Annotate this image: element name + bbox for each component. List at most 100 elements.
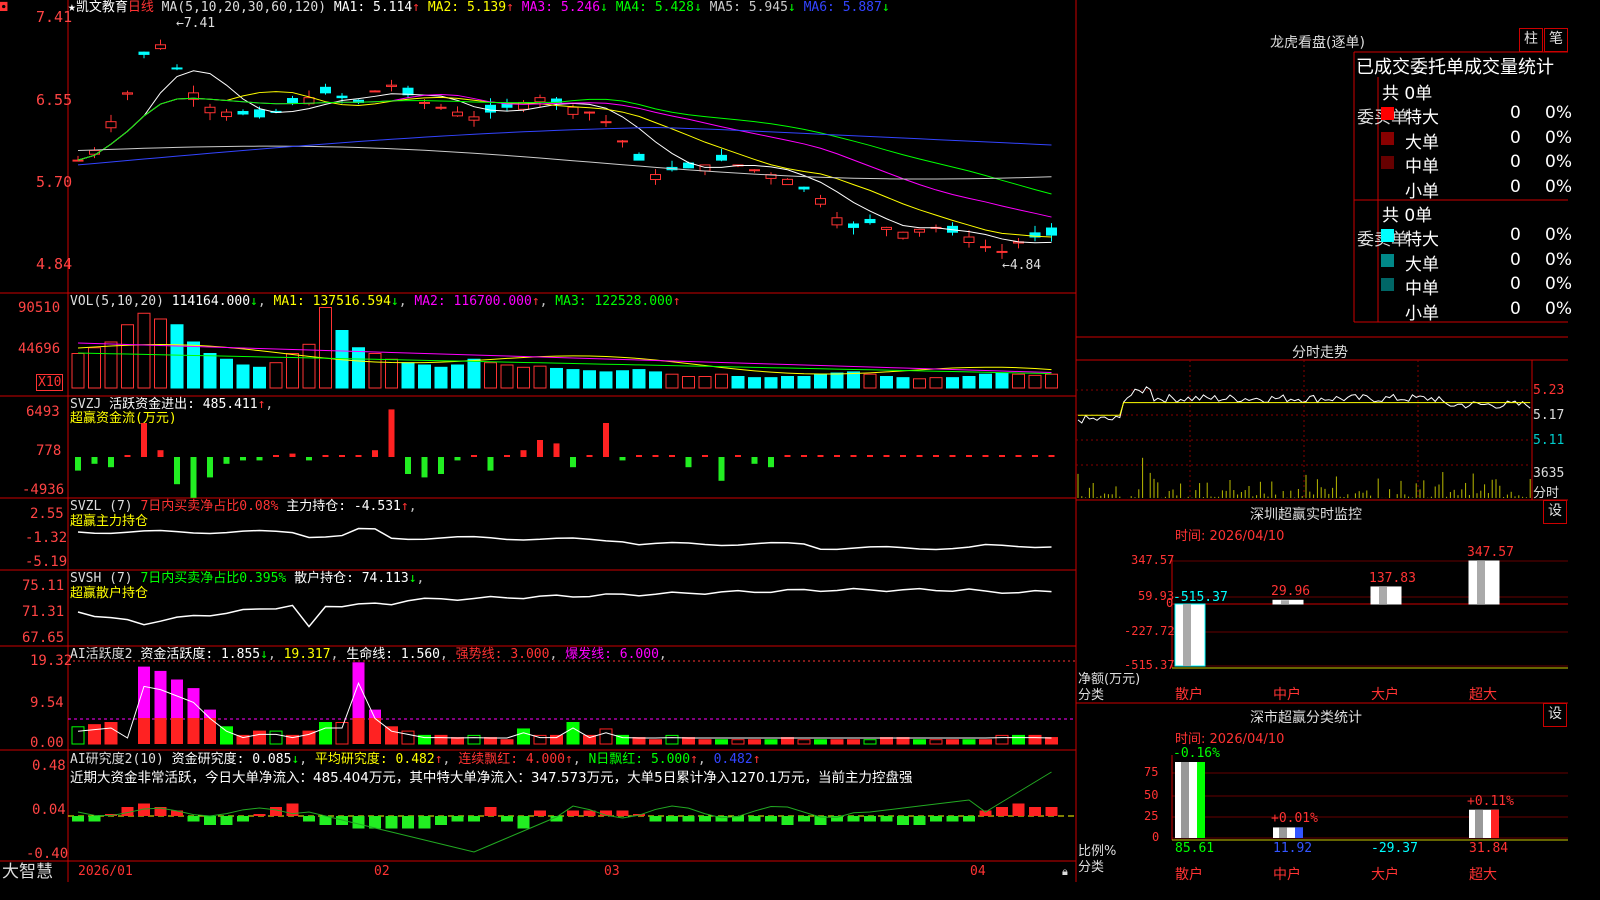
svzj-bar [718, 457, 725, 481]
buy-swatch-1 [1381, 131, 1394, 145]
ai-active-t3: 生命线: 1.560 [346, 647, 441, 662]
ai-research-bar [913, 816, 926, 825]
period-label[interactable]: 日线 [128, 0, 154, 15]
volume-bar [830, 372, 844, 389]
volume-bar [517, 366, 530, 389]
ai-research-bar [979, 810, 992, 816]
svzj-bar [306, 457, 312, 461]
ai-research-bar [765, 816, 777, 822]
ai-active-bar [187, 718, 200, 744]
svzj-bar [702, 455, 708, 457]
candle-body [171, 67, 183, 70]
svzj-bar [999, 455, 1005, 457]
volume-bar [599, 371, 613, 389]
stock-title[interactable]: ★凯文教育 [68, 0, 128, 15]
candle-body [204, 106, 216, 114]
svsh-sub: 超赢散户持仓 [70, 586, 149, 601]
szc-value-1: 11.92 [1273, 841, 1313, 856]
volume-ma3: MA3: 122528.000 [555, 294, 673, 309]
svzj-bar [256, 457, 263, 461]
svzj-bar [91, 457, 98, 464]
ai-research-bar [204, 816, 216, 825]
svzj-label: 活跃资金进出: 485.411 [109, 397, 258, 412]
ai-research-bar [996, 807, 1008, 816]
ma-item-6: MA6: 5.887 [803, 0, 882, 15]
candle-body [848, 223, 859, 228]
ai-active-bar [335, 722, 349, 745]
svzj-arrow: ↑ [257, 397, 266, 412]
svzj-bar [504, 455, 510, 457]
ai-active-bar-top [154, 670, 167, 718]
buy-row-count: 0 [1510, 176, 1521, 197]
ai-research-bar [748, 816, 761, 822]
volume-bar [698, 376, 712, 389]
sz-class-title: 深市超赢分类统计 [1250, 710, 1362, 726]
ai-active-bar-top [369, 709, 381, 718]
dragon-tabs[interactable]: 已成交委托单成交量统计 [1356, 53, 1554, 79]
lock-icon[interactable]: 🔒︎ [1062, 864, 1068, 879]
high-price-label: ←7.41 [176, 16, 216, 31]
szm-bar-label-3: 347.57 [1467, 545, 1514, 560]
ai-active-bar [467, 734, 481, 745]
ai-active-bar [269, 730, 283, 745]
volume-bar [550, 367, 563, 389]
ai-research-bar [847, 816, 860, 822]
svsh-arrow: ↓ [408, 571, 417, 586]
ai-research-bar [253, 814, 266, 816]
svzj-bar [751, 457, 758, 464]
ai-research-bar [798, 816, 810, 822]
candle-body [254, 109, 265, 118]
svzj-bar [685, 457, 692, 468]
svzj-bar [471, 455, 477, 457]
buy-orders-label: 委买单 [1357, 108, 1408, 128]
sz-monitor-settings-button[interactable]: 设 [1543, 500, 1567, 524]
buy-row-pct: 0% [1545, 127, 1572, 148]
svzj-bar [405, 457, 411, 474]
ai-active-bar [830, 739, 844, 745]
candle-body [831, 217, 843, 226]
menu-icon[interactable]: ◘ [0, 0, 7, 15]
sell-swatch-3 [1381, 302, 1394, 316]
svzj-bar [487, 457, 494, 471]
main-ytick-0: 7.41 [36, 8, 73, 26]
buy-row-name: 中单 [1405, 157, 1439, 177]
volume-bar [104, 341, 118, 389]
ai-research-bar [946, 816, 959, 822]
bar-mode-button[interactable]: 柱 [1519, 28, 1543, 52]
main-chart-header: ★凯文教育日线 MA(5,10,20,30,60,120) MA1: 5.114… [68, 0, 890, 16]
intraday-price-line [1077, 386, 1531, 424]
ai-research-ytick-2: -0.40 [26, 846, 69, 862]
svzj-bar [652, 455, 659, 457]
volume-bar [253, 366, 266, 389]
ai-research-arrow3: ↑ [564, 752, 573, 767]
volume-ma1: MA1: 137516.594 [273, 294, 391, 309]
ai-active-ytick-1: 9.54 [30, 695, 64, 711]
intraday-tick-0: 5.23 [1533, 383, 1565, 398]
candle-body [105, 121, 117, 129]
ai-research-bar [501, 816, 513, 822]
ai-research-bar [897, 816, 909, 825]
tick-mode-button[interactable]: 笔 [1544, 28, 1568, 52]
ai-research-bar [1029, 807, 1041, 816]
buy-row-pct: 0% [1545, 103, 1572, 123]
volume-bar [368, 353, 382, 389]
intraday-tick-1: 5.17 [1533, 408, 1565, 423]
ai-research-arrow1: ↓ [291, 752, 300, 767]
ai-research-bar [666, 816, 678, 822]
svzj-bar [883, 455, 890, 457]
svzj-ytick-1: 778 [36, 443, 62, 459]
svzj-bar [190, 457, 197, 498]
sz-class-settings-button[interactable]: 设 [1543, 703, 1567, 727]
svzl-spec: SVZL (7) [70, 499, 133, 514]
ma-line-60 [77, 145, 1052, 180]
szc-ytick-3: 0 [1152, 830, 1160, 844]
svzj-bar [768, 457, 774, 468]
ai-active-bar [814, 739, 827, 745]
candle-body [1046, 227, 1057, 236]
svzl-ytick-1: -1.32 [25, 530, 68, 546]
ai-research-t4: N日飘红: 5.000 [588, 752, 691, 767]
ai-active-bar [104, 722, 118, 745]
dragon-title: 龙虎看盘(逐单) [1270, 35, 1365, 51]
szc-value-0: 85.61 [1175, 841, 1215, 856]
szm-category-1: 中户 [1273, 687, 1301, 703]
